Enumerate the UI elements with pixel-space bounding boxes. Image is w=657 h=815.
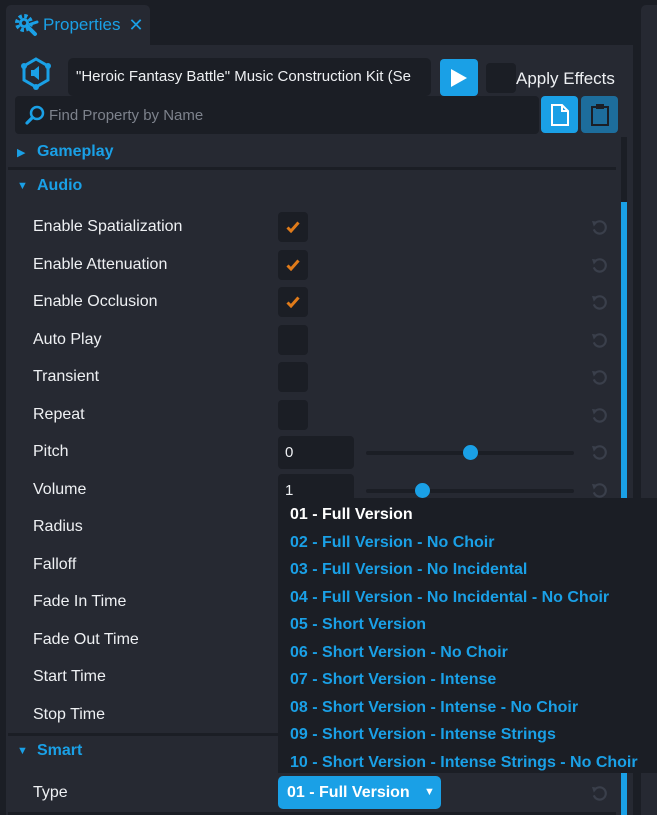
- search-input[interactable]: [49, 96, 529, 134]
- reset-icon[interactable]: [591, 407, 608, 424]
- dropdown-option[interactable]: 07 - Short Version - Intense: [278, 666, 657, 694]
- checkmark-icon: [286, 259, 300, 271]
- reset-icon[interactable]: [591, 257, 608, 274]
- section-label: Gameplay: [37, 143, 114, 160]
- dropdown-option[interactable]: 04 - Full Version - No Incidental - No C…: [278, 584, 657, 612]
- enable-occlusion-checkbox[interactable]: [278, 287, 308, 317]
- prop-label: Repeat: [33, 406, 85, 423]
- play-button[interactable]: [440, 59, 478, 96]
- dropdown-option[interactable]: 05 - Short Version: [278, 611, 657, 639]
- section-label: Smart: [37, 742, 83, 759]
- section-gameplay[interactable]: ▶ Gameplay: [8, 137, 616, 167]
- apply-effects-label: Apply Effects: [516, 69, 615, 88]
- section-audio[interactable]: ▼ Audio: [8, 171, 616, 201]
- dropdown-option[interactable]: 08 - Short Version - Intense - No Choir: [278, 694, 657, 722]
- reset-icon[interactable]: [591, 219, 608, 236]
- checkmark-icon: [286, 221, 300, 233]
- prop-label: Enable Spatialization: [33, 218, 183, 235]
- prop-label: Volume: [33, 481, 87, 498]
- prop-auto-play: Auto Play: [6, 322, 616, 359]
- dropdown-option[interactable]: 03 - Full Version - No Incidental: [278, 556, 657, 584]
- dropdown-option[interactable]: 09 - Short Version - Intense Strings: [278, 721, 657, 749]
- transient-checkbox[interactable]: [278, 362, 308, 392]
- prop-enable-occlusion: Enable Occlusion: [6, 284, 616, 321]
- reset-icon[interactable]: [591, 785, 608, 802]
- tab-label: Properties: [43, 15, 121, 34]
- caret-down-icon: ▼: [17, 745, 28, 757]
- type-dropdown-menu: 01 - Full Version 02 - Full Version - No …: [278, 498, 657, 773]
- pitch-slider-thumb[interactable]: [463, 445, 478, 460]
- volume-slider[interactable]: [366, 483, 574, 498]
- reset-icon[interactable]: [591, 294, 608, 311]
- repeat-checkbox[interactable]: [278, 400, 308, 430]
- dropdown-option[interactable]: 06 - Short Version - No Choir: [278, 639, 657, 667]
- pitch-slider[interactable]: [366, 445, 574, 460]
- section-label: Audio: [37, 177, 83, 194]
- search-icon: [25, 105, 45, 130]
- prop-label: Auto Play: [33, 331, 102, 348]
- type-dropdown[interactable]: 01 - Full Version ▼: [278, 776, 441, 809]
- prop-label: Stop Time: [33, 706, 106, 723]
- prop-transient: Transient: [6, 359, 616, 396]
- reset-icon[interactable]: [591, 332, 608, 349]
- dropdown-option[interactable]: 10 - Short Version - Intense Strings - N…: [278, 749, 657, 777]
- properties-tab[interactable]: Properties ✕: [6, 5, 150, 45]
- prop-label: Falloff: [33, 556, 77, 573]
- close-icon[interactable]: ✕: [128, 15, 143, 36]
- dropdown-option[interactable]: 01 - Full Version: [278, 501, 657, 529]
- object-name-field[interactable]: "Heroic Fantasy Battle" Music Constructi…: [68, 58, 431, 96]
- copy-icon: [550, 103, 569, 126]
- prop-repeat: Repeat: [6, 397, 616, 434]
- dropdown-option[interactable]: 02 - Full Version - No Choir: [278, 529, 657, 557]
- reset-icon[interactable]: [591, 369, 608, 386]
- chevron-down-icon: ▼: [424, 786, 435, 798]
- audio-object-icon: [18, 55, 54, 91]
- prop-label: Enable Attenuation: [33, 256, 168, 273]
- caret-right-icon: ▶: [17, 146, 26, 159]
- divider: [8, 167, 616, 170]
- paste-button[interactable]: [581, 96, 618, 133]
- auto-play-checkbox[interactable]: [278, 325, 308, 355]
- search-box: [15, 96, 539, 134]
- prop-label: Type: [33, 784, 68, 801]
- prop-label: Pitch: [33, 443, 69, 460]
- type-dropdown-value: 01 - Full Version: [287, 784, 410, 801]
- enable-attenuation-checkbox[interactable]: [278, 250, 308, 280]
- play-icon: [451, 68, 467, 87]
- paste-icon: [590, 103, 609, 126]
- pitch-input[interactable]: 0: [278, 436, 354, 469]
- prop-enable-attenuation: Enable Attenuation: [6, 247, 616, 284]
- prop-label: Transient: [33, 368, 100, 385]
- enable-spatialization-checkbox[interactable]: [278, 212, 308, 242]
- copy-button[interactable]: [541, 96, 578, 133]
- gear-wrench-icon: [12, 11, 40, 39]
- reset-icon[interactable]: [591, 482, 608, 499]
- prop-enable-spatialization: Enable Spatialization: [6, 209, 616, 246]
- prop-type: Type 01 - Full Version ▼: [6, 775, 616, 812]
- prop-label: Fade Out Time: [33, 631, 139, 648]
- caret-down-icon: ▼: [17, 180, 28, 192]
- prop-label: Enable Occlusion: [33, 293, 158, 310]
- prop-pitch: Pitch 0: [6, 434, 616, 471]
- prop-label: Radius: [33, 518, 83, 535]
- prop-label: Start Time: [33, 668, 106, 685]
- apply-effects-checkbox[interactable]: [486, 63, 516, 93]
- checkmark-icon: [286, 296, 300, 308]
- prop-label: Fade In Time: [33, 593, 127, 610]
- reset-icon[interactable]: [591, 444, 608, 461]
- object-header: "Heroic Fantasy Battle" Music Constructi…: [6, 52, 633, 96]
- volume-slider-thumb[interactable]: [415, 483, 431, 498]
